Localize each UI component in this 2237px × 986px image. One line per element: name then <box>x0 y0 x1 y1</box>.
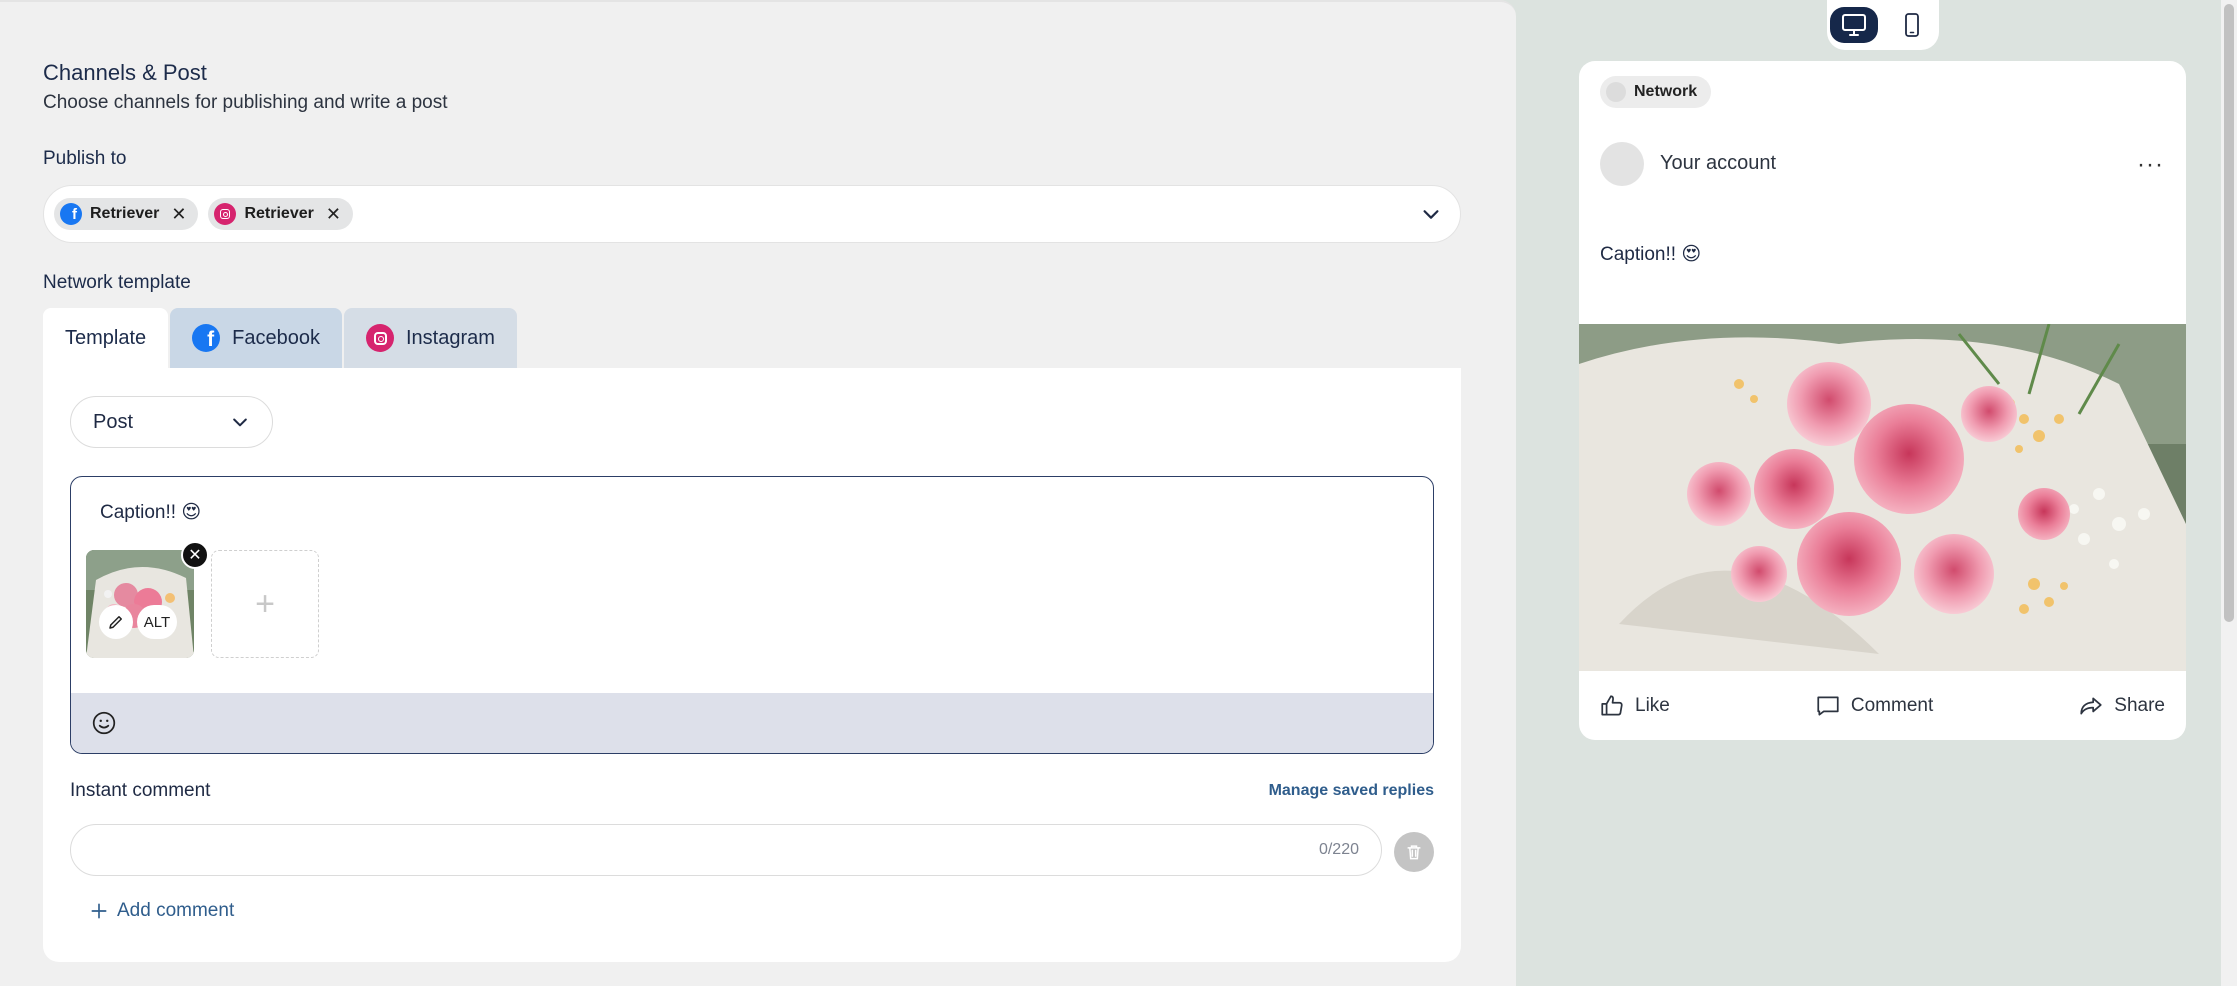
like-button[interactable]: Like <box>1599 693 1670 719</box>
comment-button[interactable]: Comment <box>1815 693 1933 719</box>
emoji-icon[interactable] <box>91 710 117 736</box>
network-badge: Network <box>1600 76 1712 108</box>
avatar <box>1600 142 1644 186</box>
page-subtitle: Choose channels for publishing and write… <box>43 92 448 113</box>
edit-media-button[interactable] <box>99 605 133 639</box>
delete-comment-button[interactable] <box>1394 832 1434 872</box>
tab-label: Instagram <box>406 326 495 349</box>
caption-text[interactable]: Caption!! 😍 <box>100 501 201 524</box>
instagram-icon <box>214 203 237 225</box>
instagram-icon <box>366 324 394 352</box>
chevron-down-icon[interactable] <box>1420 203 1442 225</box>
post-composer[interactable]: Caption!! 😍 ✕ ALT + <box>70 476 1434 754</box>
plus-icon <box>91 903 107 919</box>
tab-instagram[interactable]: Instagram <box>344 308 517 368</box>
instant-comment-input[interactable]: 0/220 <box>70 824 1382 876</box>
pencil-icon <box>109 616 122 629</box>
instant-comment-label: Instant comment <box>70 780 211 801</box>
add-comment-label: Add comment <box>117 900 235 921</box>
comment-label: Comment <box>1850 694 1934 716</box>
thumbs-up-icon <box>1601 694 1623 716</box>
network-icon <box>1606 82 1626 102</box>
remove-channel-icon[interactable]: ✕ <box>171 204 186 225</box>
remove-channel-icon[interactable]: ✕ <box>326 204 341 225</box>
editor-panel: Channels & Post Choose channels for publ… <box>0 0 1516 986</box>
post-type-value: Post <box>93 410 134 433</box>
share-button[interactable]: Share <box>2078 693 2165 719</box>
mobile-view-button[interactable] <box>1888 7 1936 43</box>
channel-chip-label: Retriever <box>244 205 314 222</box>
more-options-icon[interactable]: ··· <box>2137 151 2164 179</box>
device-toggle <box>1827 0 1939 50</box>
facebook-icon: f <box>192 324 221 352</box>
tab-facebook[interactable]: f Facebook <box>170 308 342 368</box>
mobile-icon <box>1905 13 1919 37</box>
manage-saved-replies-link[interactable]: Manage saved replies <box>1269 782 1434 800</box>
scrollbar-thumb[interactable] <box>2224 4 2234 622</box>
publish-to-label: Publish to <box>43 148 127 169</box>
character-counter: 0/220 <box>1318 841 1359 858</box>
desktop-view-button[interactable] <box>1830 7 1878 43</box>
preview-image <box>1579 324 2186 671</box>
share-icon <box>2080 697 2102 714</box>
post-type-select[interactable]: Post <box>70 396 273 448</box>
channel-chip-instagram: Retriever ✕ <box>208 198 353 230</box>
composer-toolbar <box>71 693 1433 753</box>
add-comment-button[interactable]: Add comment <box>89 900 234 922</box>
media-thumbnail[interactable] <box>86 550 194 658</box>
preview-actions: Like Comment Share <box>1579 671 2186 740</box>
page-title: Channels & Post <box>43 60 207 85</box>
network-label: Network <box>1634 83 1698 100</box>
preview-caption: Caption!! 😍 <box>1600 244 1702 265</box>
tab-template[interactable]: Template <box>43 308 169 368</box>
account-name: Your account <box>1660 152 1777 174</box>
comment-icon <box>1817 695 1839 716</box>
alt-text-button[interactable]: ALT <box>137 605 177 639</box>
channel-chip-label: Retriever <box>90 205 160 222</box>
channel-selector[interactable]: f Retriever ✕ Retriever ✕ <box>43 185 1461 243</box>
channel-chip-facebook: f Retriever ✕ <box>54 198 199 230</box>
post-preview-card: Network Your account ··· Caption!! 😍 Lik… <box>1579 61 2186 740</box>
tab-label: Facebook <box>232 326 320 349</box>
chevron-down-icon <box>233 418 247 427</box>
trash-icon <box>1407 845 1421 860</box>
add-media-button[interactable]: + <box>211 550 319 658</box>
template-card: Post Caption!! 😍 ✕ ALT + Instant comment… <box>43 368 1461 962</box>
facebook-icon: f <box>60 203 82 225</box>
like-label: Like <box>1635 694 1670 716</box>
tab-label: Template <box>65 326 147 349</box>
network-tabs: Template f Facebook Instagram <box>43 308 517 368</box>
share-label: Share <box>2114 694 2165 716</box>
remove-media-button[interactable]: ✕ <box>181 541 209 569</box>
desktop-icon <box>1842 14 1866 36</box>
network-template-label: Network template <box>43 272 191 293</box>
